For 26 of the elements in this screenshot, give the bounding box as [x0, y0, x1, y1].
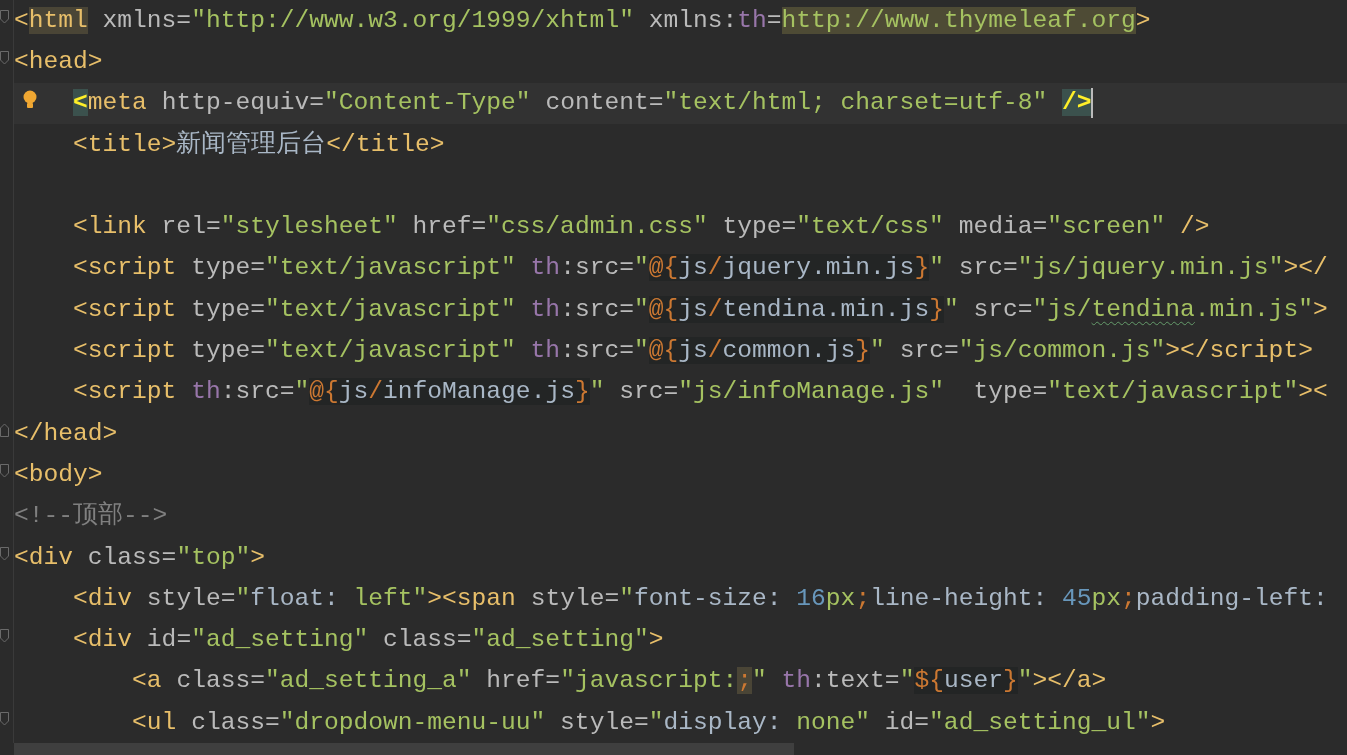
code-line: <title>新闻管理后台</title> [72, 129, 445, 160]
code-line: <script type="text/javascript" th:src="@{js/jquery.min.js}" src="js/jquery.min.js"></ [72, 253, 1328, 284]
fold-marker-icon[interactable] [0, 546, 9, 561]
lightbulb-icon[interactable] [23, 89, 37, 110]
fold-marker-icon[interactable] [0, 51, 9, 66]
fold-marker-icon[interactable] [0, 422, 9, 437]
code-line: <div class="top"> [14, 542, 265, 573]
code-line: <body> [14, 459, 103, 490]
code-line: <a class="ad_setting_a" href="javascript:;" th:text="${user}"></a> [131, 666, 1107, 697]
code-line: <div style="float: left"><span style="font-size: 16px;line-height: 45px;padding-left: [72, 583, 1328, 614]
fold-marker-icon[interactable] [0, 712, 9, 727]
fold-marker-icon[interactable] [0, 629, 9, 644]
code-line: <head> [14, 46, 103, 77]
code-line: <ul class="dropdown-menu-uu" style="display: none" id="ad_setting_ul"> [131, 707, 1166, 738]
code-line: <script th:src="@{js/infoManage.js}" src="js/infoManage.js" type="text/javascript">< [72, 377, 1328, 408]
text-cursor [1091, 88, 1094, 119]
code-line: <!--顶部--> [14, 501, 168, 532]
fold-marker-icon[interactable] [0, 10, 9, 24]
code-line: <div id="ad_setting" class="ad_setting"> [72, 625, 664, 656]
fold-marker-icon[interactable] [0, 464, 9, 479]
code-line: <html xmlns="http://www.w3.org/1999/xhtml" xmlns:th=http://www.thymeleaf.org> [14, 5, 1151, 36]
code-line: <script type="text/javascript" th:src="@{js/common.js}" src="js/common.js"></script> [72, 336, 1313, 366]
code-line: <script type="text/javascript" th:src="@{js/tendina.min.js}" src="js/tendina.min.js"> [72, 294, 1328, 325]
code-line: <link rel="stylesheet" href="css/admin.css" type="text/css" media="screen" /> [72, 212, 1210, 243]
code-line: </head> [14, 418, 118, 449]
code-line: <meta http-equiv="Content-Type" content="text/html; charset=utf-8" /> [72, 88, 1092, 119]
